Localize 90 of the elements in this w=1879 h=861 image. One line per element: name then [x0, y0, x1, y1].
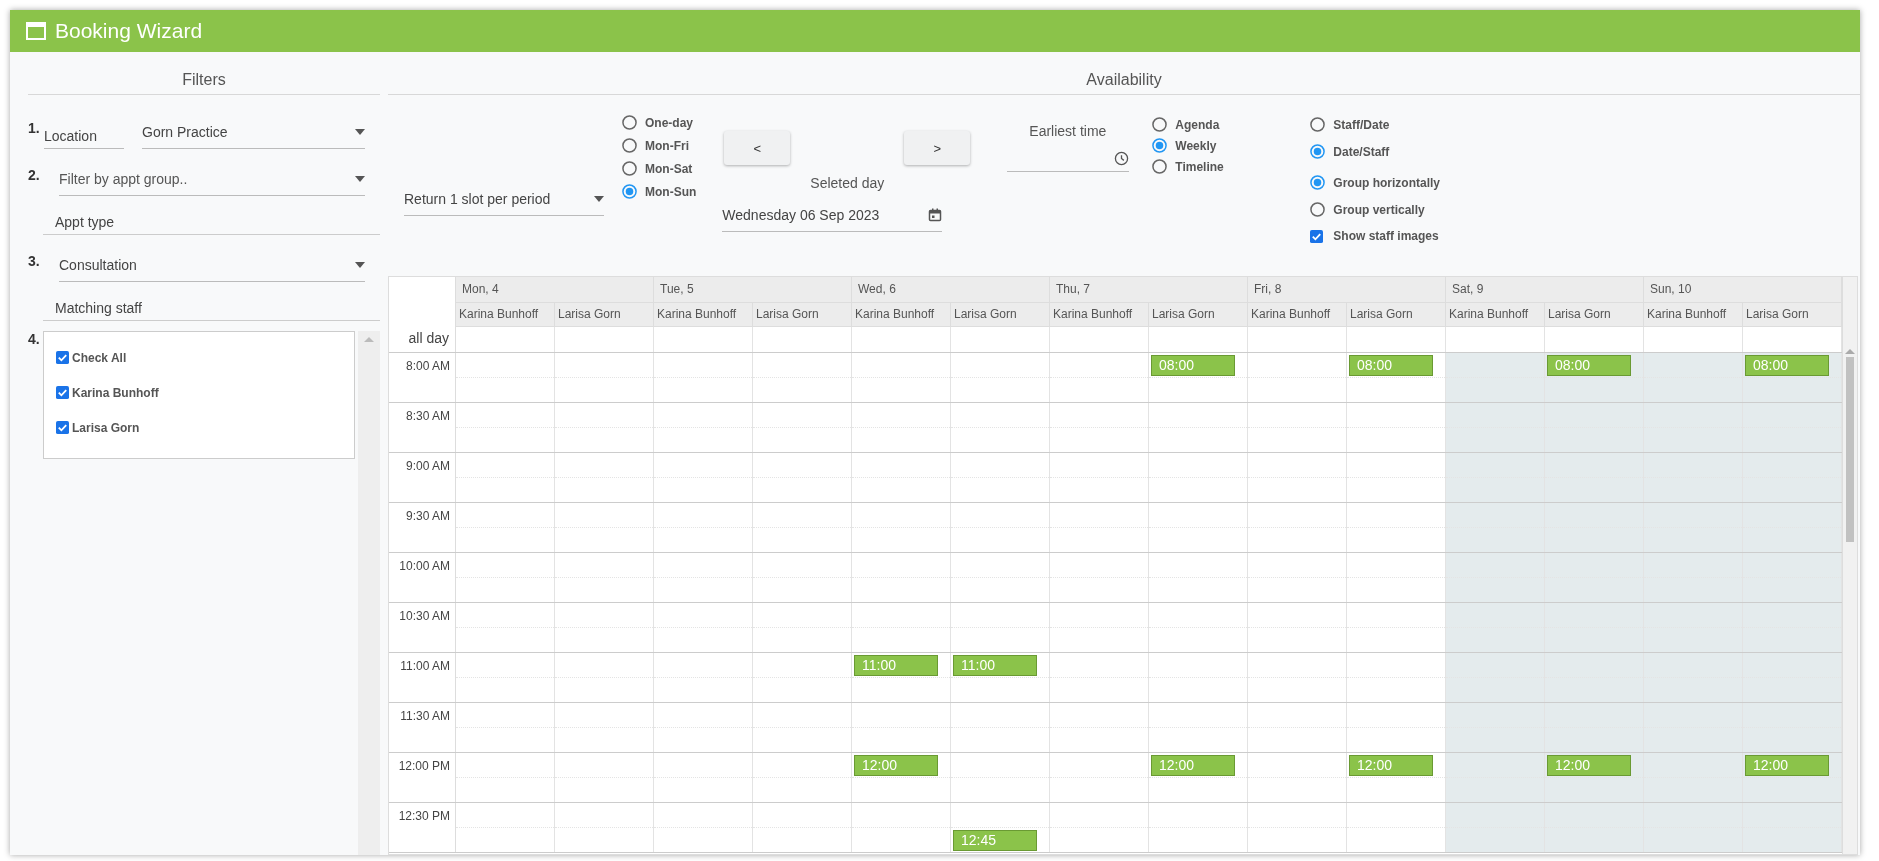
radio-option[interactable]: Group vertically [1310, 202, 1440, 217]
staff-header: Karina Bunhoff [654, 303, 753, 327]
time-label: 12:30 PM [389, 803, 456, 852]
staff-header: Larisa Gorn [1149, 303, 1248, 327]
step-number: 4. [28, 331, 41, 347]
field-label: Matching staff [43, 300, 380, 321]
staff-header: Larisa Gorn [1347, 303, 1446, 327]
time-label: 8:30 AM [389, 403, 456, 452]
radio-option[interactable]: Mon-Sat [622, 161, 697, 176]
radio-option[interactable]: Mon-Fri [622, 138, 697, 153]
staff-header: Larisa Gorn [753, 303, 852, 327]
radio-option[interactable]: One-day [622, 115, 697, 130]
time-label: 10:00 AM [389, 553, 456, 602]
day-header: Fri, 8 [1248, 277, 1446, 303]
scrollbar[interactable] [1842, 277, 1857, 854]
checkbox[interactable] [56, 386, 69, 399]
slot-mode-dropdown[interactable]: Return 1 slot per period [404, 155, 604, 216]
caret-icon [355, 262, 365, 268]
window-icon [26, 22, 46, 40]
appt-group-dropdown[interactable]: Filter by appt group.. [59, 167, 365, 196]
day-header: Wed, 6 [852, 277, 1050, 303]
step-number: 3. [28, 253, 41, 269]
time-label: 11:00 AM [389, 653, 456, 702]
day-header: Sun, 10 [1644, 277, 1842, 303]
checkbox-label[interactable]: Karina Bunhoff [72, 385, 159, 400]
step-number: 2. [28, 167, 41, 183]
staff-header: Larisa Gorn [555, 303, 654, 327]
day-header: Tue, 5 [654, 277, 852, 303]
staff-header: Karina Bunhoff [1248, 303, 1347, 327]
field-label: Appt type [43, 214, 380, 235]
field-label: Earliest time [1029, 123, 1107, 139]
radio-button[interactable] [1152, 159, 1168, 174]
checkbox[interactable] [56, 421, 69, 434]
staff-header: Karina Bunhoff [1446, 303, 1545, 327]
previous-button[interactable]: < [724, 131, 791, 165]
radio-button[interactable] [1310, 144, 1326, 159]
radio-button[interactable] [622, 138, 637, 153]
scrollbar[interactable] [358, 331, 380, 855]
field-label: Seleted day [810, 175, 885, 191]
staff-header: Karina Bunhoff [1050, 303, 1149, 327]
radio-option[interactable]: Mon-Sun [622, 184, 697, 199]
section-heading: Availability [388, 52, 1860, 95]
staff-header: Larisa Gorn [951, 303, 1050, 327]
caret-icon [594, 196, 604, 202]
day-header: Sat, 9 [1446, 277, 1644, 303]
location-dropdown[interactable]: Gorn Practice [142, 120, 365, 149]
time-label: 12:00 PM [389, 753, 456, 802]
radio-option[interactable]: Date/Staff [1310, 144, 1440, 159]
time-label: 11:30 AM [389, 703, 456, 752]
radio-option[interactable]: Staff/Date [1310, 117, 1440, 132]
time-label: 8:00 AM [389, 353, 456, 402]
radio-button[interactable] [1310, 117, 1326, 132]
field-label: Location [44, 128, 124, 149]
checkbox-label[interactable]: Larisa Gorn [72, 420, 140, 435]
radio-option[interactable]: Group horizontally [1310, 175, 1440, 190]
radio-option[interactable]: Timeline [1152, 159, 1303, 174]
next-button[interactable]: > [904, 131, 971, 165]
all-day-label: all day [389, 327, 456, 352]
radio-button[interactable] [622, 184, 637, 199]
caret-icon [355, 129, 365, 135]
day-header: Thu, 7 [1050, 277, 1248, 303]
staff-header: Karina Bunhoff [1644, 303, 1743, 327]
radio-button[interactable] [1152, 117, 1168, 132]
window-title: Booking Wizard [55, 19, 203, 43]
time-label: 9:30 AM [389, 503, 456, 552]
checkbox-label[interactable]: Check All [72, 350, 127, 365]
radio-option[interactable]: Weekly [1152, 138, 1303, 153]
staff-header: Karina Bunhoff [456, 303, 555, 327]
calendar-icon [928, 208, 943, 222]
day-header: Mon, 4 [456, 277, 654, 303]
section-heading: Filters [28, 52, 380, 95]
radio-button[interactable] [1310, 175, 1326, 190]
date-field[interactable]: Wednesday 06 Sep 2023 [722, 199, 943, 232]
caret-icon [355, 176, 365, 182]
radio-option[interactable]: Agenda [1152, 117, 1303, 132]
radio-button[interactable] [622, 161, 637, 176]
checkbox[interactable] [1310, 229, 1324, 243]
step-number: 1. [28, 120, 41, 136]
time-label: 9:00 AM [389, 453, 456, 502]
checkbox[interactable] [56, 351, 69, 364]
radio-button[interactable] [622, 115, 637, 130]
staff-header: Karina Bunhoff [852, 303, 951, 327]
checkbox-label[interactable]: Show staff images [1333, 229, 1439, 243]
staff-header: Larisa Gorn [1545, 303, 1644, 327]
appt-type-dropdown[interactable]: Consultation [59, 253, 365, 282]
time-label: 10:30 AM [389, 603, 456, 652]
radio-button[interactable] [1152, 138, 1168, 153]
radio-button[interactable] [1310, 202, 1326, 217]
staff-header: Larisa Gorn [1743, 303, 1842, 327]
clock-icon [1113, 150, 1129, 166]
